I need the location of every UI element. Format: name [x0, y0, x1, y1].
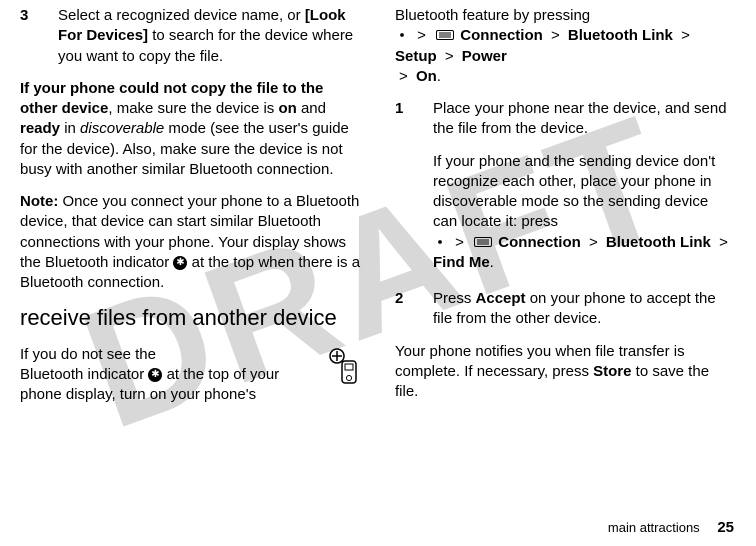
- connection-label: Connection: [460, 27, 543, 44]
- no-bt-paragraph: If you do not see the Bluetooth indicato…: [20, 345, 361, 406]
- text: Select a recognized device name, or: [58, 7, 305, 24]
- section-title: main attractions: [608, 520, 700, 535]
- chevron: >: [719, 234, 728, 251]
- text: Bluetooth indicator: [20, 366, 148, 383]
- text: in: [60, 120, 80, 137]
- chevron: >: [417, 27, 426, 44]
- text: If you do not see the: [20, 346, 156, 363]
- bluetooth-link-label: Bluetooth Link: [606, 234, 711, 251]
- step-text: Place your phone near the device, and se…: [433, 99, 736, 277]
- step-text: Press Accept on your phone to accept the…: [433, 289, 736, 330]
- text: Bluetooth feature by pressing: [395, 7, 590, 24]
- bluetooth-link-label: Bluetooth Link: [568, 27, 673, 44]
- store-label: Store: [593, 363, 631, 380]
- settings-key-icon: [474, 237, 492, 247]
- step-2: 2 Press Accept on your phone to accept t…: [395, 289, 736, 330]
- step-number: 2: [395, 289, 415, 330]
- text: phone display, turn on your phone's: [20, 386, 256, 403]
- text: at the top of your: [162, 366, 279, 383]
- bluetooth-icon: ✱: [173, 256, 187, 270]
- text: , make sure the device is: [108, 100, 278, 117]
- page-footer: main attractions 25: [608, 518, 734, 538]
- chevron: >: [445, 48, 454, 65]
- receive-heading: receive files from another device: [20, 305, 361, 330]
- step-number: 3: [20, 6, 40, 67]
- chevron: >: [399, 68, 408, 85]
- settings-key-icon: [436, 30, 454, 40]
- step-1: 1 Place your phone near the device, and …: [395, 99, 736, 277]
- accept-label: Accept: [476, 290, 526, 307]
- chevron: >: [589, 234, 598, 251]
- on-label: on: [278, 100, 296, 117]
- page-body: 3 Select a recognized device name, or [L…: [0, 0, 756, 424]
- bluetooth-icon: ✱: [148, 368, 162, 382]
- closing-paragraph: Your phone notifies you when file transf…: [395, 342, 736, 403]
- menu-key-icon: [397, 30, 407, 40]
- find-me-label: Find Me: [433, 254, 490, 271]
- step-number: 1: [395, 99, 415, 277]
- text: Press: [433, 290, 476, 307]
- page-number: 25: [717, 519, 734, 536]
- discoverable-label: discoverable: [80, 120, 164, 137]
- period: .: [437, 68, 441, 85]
- bt-feature-paragraph: Bluetooth feature by pressing > Connecti…: [395, 6, 736, 87]
- step-3: 3 Select a recognized device name, or [L…: [20, 6, 361, 67]
- power-label: Power: [462, 48, 507, 65]
- menu-key-icon: [435, 237, 445, 247]
- text-block: If you do not see the Bluetooth indicato…: [20, 345, 327, 406]
- text: If your phone and the sending device don…: [433, 153, 715, 231]
- ready-label: ready: [20, 120, 60, 137]
- chevron: >: [551, 27, 560, 44]
- discoverable-paragraph: If your phone and the sending device don…: [433, 152, 736, 274]
- chevron: >: [455, 234, 464, 251]
- note-label: Note:: [20, 193, 58, 210]
- period: .: [490, 254, 494, 271]
- setup-label: Setup: [395, 48, 437, 65]
- device-transfer-icon: [327, 347, 361, 387]
- step-text: Select a recognized device name, or [Loo…: [58, 6, 361, 67]
- note-paragraph: Note: Once you connect your phone to a B…: [20, 192, 361, 293]
- connection-label: Connection: [498, 234, 581, 251]
- on-label: On: [416, 68, 437, 85]
- text: and: [297, 100, 326, 117]
- right-column: Bluetooth feature by pressing > Connecti…: [395, 6, 736, 414]
- text: Place your phone near the device, and se…: [433, 99, 736, 140]
- left-column: 3 Select a recognized device name, or [L…: [20, 6, 361, 414]
- cannot-copy-paragraph: If your phone could not copy the file to…: [20, 79, 361, 180]
- chevron: >: [681, 27, 690, 44]
